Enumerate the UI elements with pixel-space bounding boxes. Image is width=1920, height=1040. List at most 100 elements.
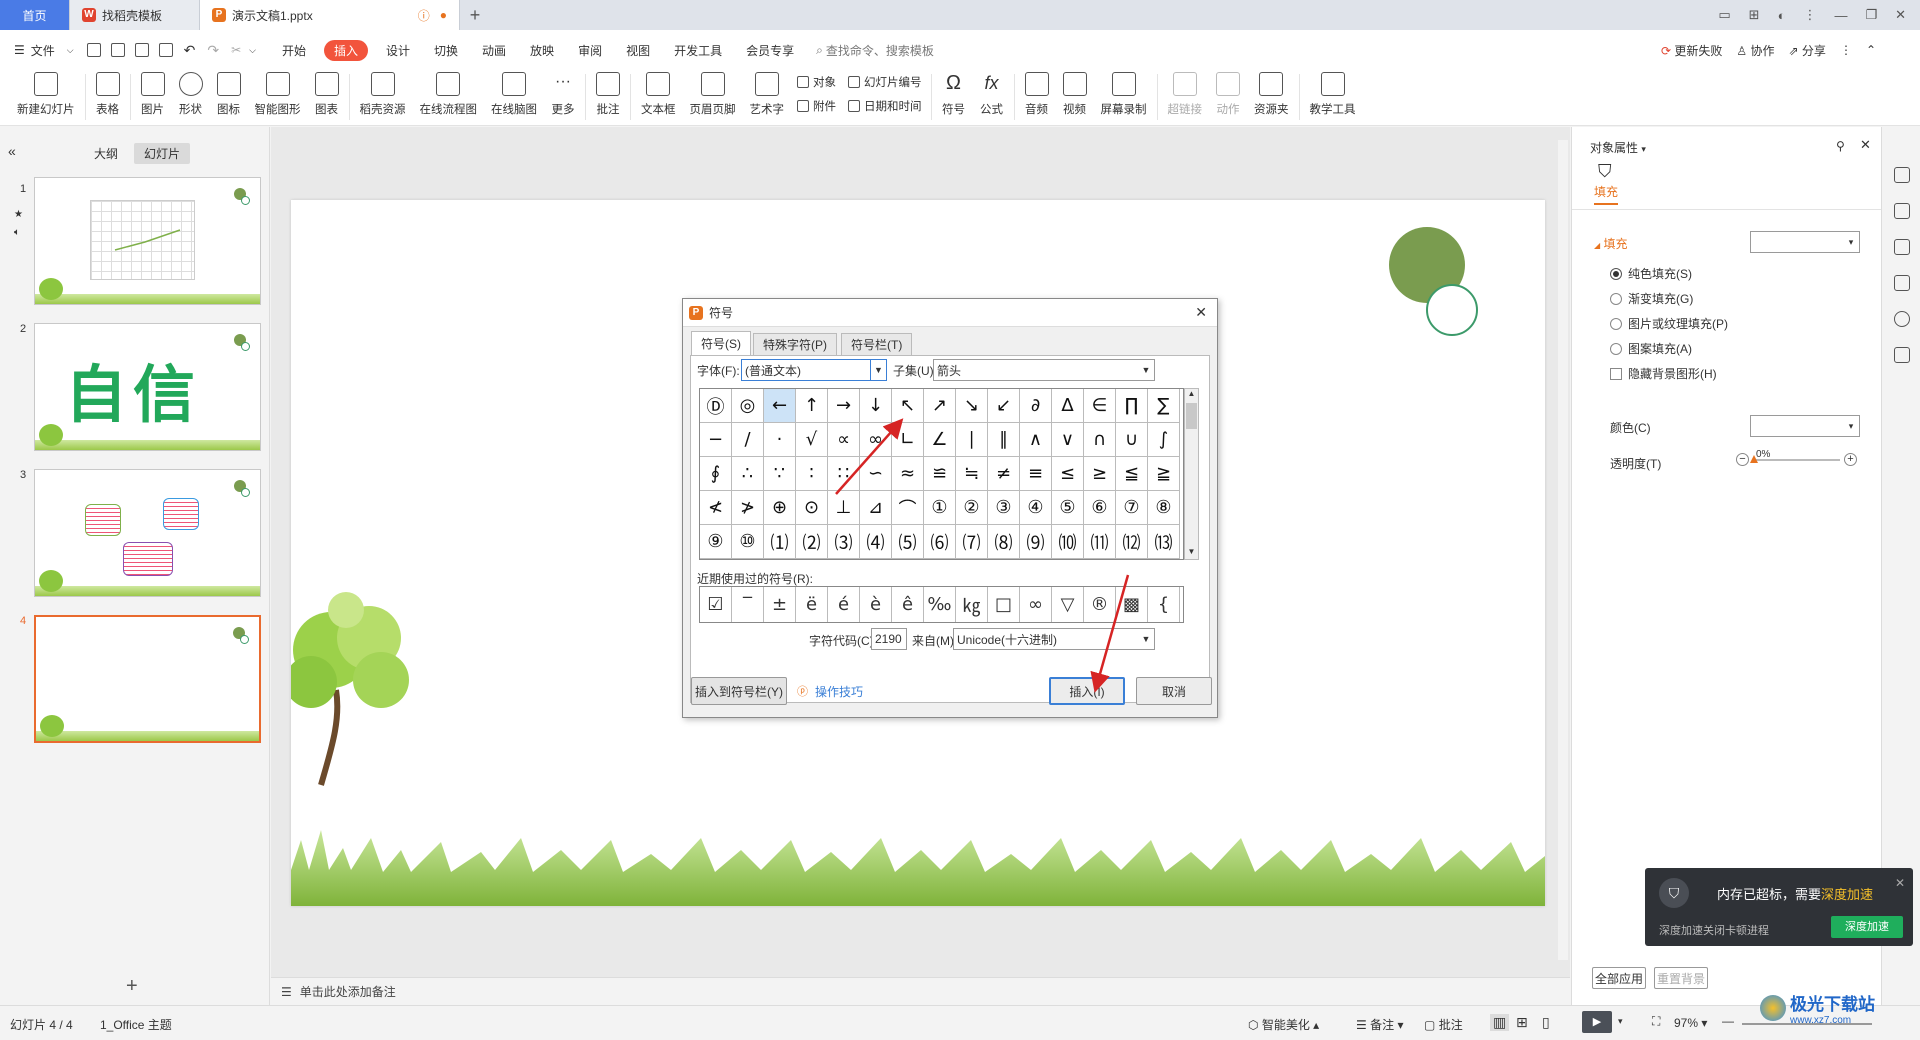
menu-view[interactable]: 视图 — [614, 42, 662, 59]
smartart-button[interactable]: 智能图形 — [248, 70, 308, 126]
symbol-cell[interactable]: ∨ — [1052, 423, 1084, 457]
video-button[interactable]: 视频 — [1056, 70, 1094, 126]
more-menu-icon[interactable]: ⋮ — [1840, 43, 1852, 57]
symbol-cell[interactable]: ∈ — [1084, 389, 1116, 423]
screen-record-button[interactable]: 屏幕录制 — [1094, 70, 1154, 126]
symbol-cell[interactable]: ↗ — [924, 389, 956, 423]
datetime-button[interactable]: 日期和时间 — [848, 98, 922, 114]
recent-symbol-cell[interactable]: ‾ — [732, 587, 764, 622]
tab-symbol-bar[interactable]: 符号栏(T) — [841, 333, 913, 355]
symbol-cell[interactable]: ① — [924, 491, 956, 525]
symbol-cell[interactable]: ↓ — [860, 389, 892, 423]
tab-outline[interactable]: 大纲 — [84, 143, 128, 164]
symbol-cell[interactable]: ⑾ — [1084, 525, 1116, 559]
more-button[interactable]: ··· 更多 — [544, 70, 582, 126]
menu-slideshow[interactable]: 放映 — [518, 42, 566, 59]
recent-symbol-cell[interactable]: ® — [1084, 587, 1116, 622]
play-button[interactable]: ▶ — [1582, 1011, 1612, 1033]
recent-symbol-cell[interactable]: ‰ — [924, 587, 956, 622]
mindmap-button[interactable]: 在线脑图 — [484, 70, 544, 126]
scroll-thumb[interactable] — [1186, 403, 1197, 429]
symbol-cell[interactable]: ⊥ — [828, 491, 860, 525]
symbol-cell[interactable]: ⒀ — [1148, 525, 1180, 559]
normal-view-icon[interactable]: ▥ — [1490, 1014, 1510, 1031]
symbol-cell[interactable]: ↘ — [956, 389, 988, 423]
symbol-cell[interactable]: ⑻ — [988, 525, 1020, 559]
play-chevron-icon[interactable]: ▾ — [1618, 1016, 1623, 1027]
icon-button[interactable]: 图标 — [210, 70, 248, 126]
symbol-cell[interactable]: ∶ — [796, 457, 828, 491]
customize-icon[interactable]: ⌵ — [249, 45, 256, 56]
symbol-cell[interactable]: ↑ — [796, 389, 828, 423]
menu-insert[interactable]: 插入 — [323, 39, 368, 61]
recent-symbol-cell[interactable]: ㎏ — [956, 587, 988, 622]
dialog-close-icon[interactable]: ✕ — [1195, 304, 1207, 321]
reset-bg-button[interactable]: 重置背景 — [1654, 967, 1708, 989]
action-button[interactable]: 动作 — [1209, 70, 1247, 126]
recent-symbol-cell[interactable]: é — [828, 587, 860, 622]
hamburger-icon[interactable]: ☰ — [0, 43, 31, 57]
symbol-cell[interactable]: ∪ — [1116, 423, 1148, 457]
radio-pattern-fill[interactable]: 图案填充(A) — [1610, 340, 1692, 357]
symbol-cell[interactable]: ∟ — [892, 423, 924, 457]
symbol-cell[interactable]: ∆ — [1052, 389, 1084, 423]
charcode-input[interactable]: 2190 — [871, 628, 907, 650]
audio-button[interactable]: 音频 — [1018, 70, 1056, 126]
symbol-cell[interactable]: / — [732, 423, 764, 457]
symbol-cell[interactable]: ∣ — [956, 423, 988, 457]
slide-thumb-1[interactable] — [34, 177, 261, 305]
symbol-cell[interactable]: ∽ — [860, 457, 892, 491]
menu-transition[interactable]: 切换 — [422, 42, 470, 59]
menu-file[interactable]: 文件 — [31, 42, 67, 59]
format-painter-icon[interactable]: ✂ — [231, 43, 241, 57]
symbol-cell[interactable]: ∂ — [1020, 389, 1052, 423]
scroll-up-icon[interactable]: ▲ — [1185, 389, 1198, 401]
symbol-cell[interactable]: ≥ — [1084, 457, 1116, 491]
symbol-cell[interactable]: ⊙ — [796, 491, 828, 525]
recent-symbol-cell[interactable]: è — [860, 587, 892, 622]
shape-button[interactable]: 形状 — [172, 70, 210, 126]
cancel-button[interactable]: 取消 — [1136, 677, 1212, 705]
tab-symbols[interactable]: 符号(S) — [691, 331, 751, 355]
canvas-scrollbar[interactable] — [1558, 140, 1568, 960]
textbox-button[interactable]: 文本框 — [634, 70, 683, 126]
symbol-cell[interactable]: ③ — [988, 491, 1020, 525]
symbol-cell[interactable]: ⑹ — [924, 525, 956, 559]
theme-name[interactable]: 1_Office 主题 — [100, 1016, 172, 1033]
redo-icon[interactable]: ↷ — [207, 42, 219, 59]
menu-developer[interactable]: 开发工具 — [662, 42, 734, 59]
new-tab-button[interactable]: + — [460, 0, 490, 30]
panel-title[interactable]: 对象属性 ▾ — [1590, 139, 1646, 156]
symbol-cell[interactable]: ≦ — [1116, 457, 1148, 491]
symbol-cell[interactable]: ⑤ — [1052, 491, 1084, 525]
collapse-panel-icon[interactable]: « — [8, 143, 16, 159]
recent-symbol-cell[interactable]: ë — [796, 587, 828, 622]
symbol-cell[interactable]: ∏ — [1116, 389, 1148, 423]
symbol-cell[interactable]: ⑽ — [1052, 525, 1084, 559]
recent-symbol-cell[interactable]: □ — [988, 587, 1020, 622]
recent-symbol-cell[interactable]: { — [1148, 587, 1180, 622]
design-icon[interactable] — [1894, 275, 1910, 291]
symbol-cell[interactable]: ∷ — [828, 457, 860, 491]
chart-button[interactable]: 图表 — [308, 70, 346, 126]
grid-icon[interactable]: ⊞ — [1749, 7, 1760, 23]
properties-icon[interactable] — [1894, 167, 1910, 183]
subset-select[interactable]: 箭头 ▼ — [933, 359, 1155, 381]
object-button[interactable]: 对象 — [797, 74, 836, 90]
sorter-view-icon[interactable]: ⊞ — [1516, 1014, 1528, 1031]
slide-number-button[interactable]: 幻灯片编号 — [848, 74, 922, 90]
symbol-cell[interactable]: ∠ — [924, 423, 956, 457]
collab-button[interactable]: ♙ 协作 — [1736, 42, 1774, 59]
symbol-cell[interactable]: ⑧ — [1148, 491, 1180, 525]
panel-close-icon[interactable]: ✕ — [1860, 137, 1871, 153]
zoom-level[interactable]: 97% ▾ — [1674, 1016, 1707, 1030]
symbol-cell[interactable]: ⑿ — [1116, 525, 1148, 559]
share-button[interactable]: ⇗ 分享 — [1789, 42, 1826, 59]
symbol-cell[interactable]: ⑴ — [764, 525, 796, 559]
scroll-down-icon[interactable]: ▼ — [1185, 547, 1198, 559]
symbol-cell[interactable]: ⊕ — [764, 491, 796, 525]
apply-all-button[interactable]: 全部应用 — [1592, 967, 1646, 989]
symbol-cell[interactable]: ≤ — [1052, 457, 1084, 491]
symbol-cell[interactable]: ⑥ — [1084, 491, 1116, 525]
undo-icon[interactable]: ↶ — [184, 42, 196, 59]
